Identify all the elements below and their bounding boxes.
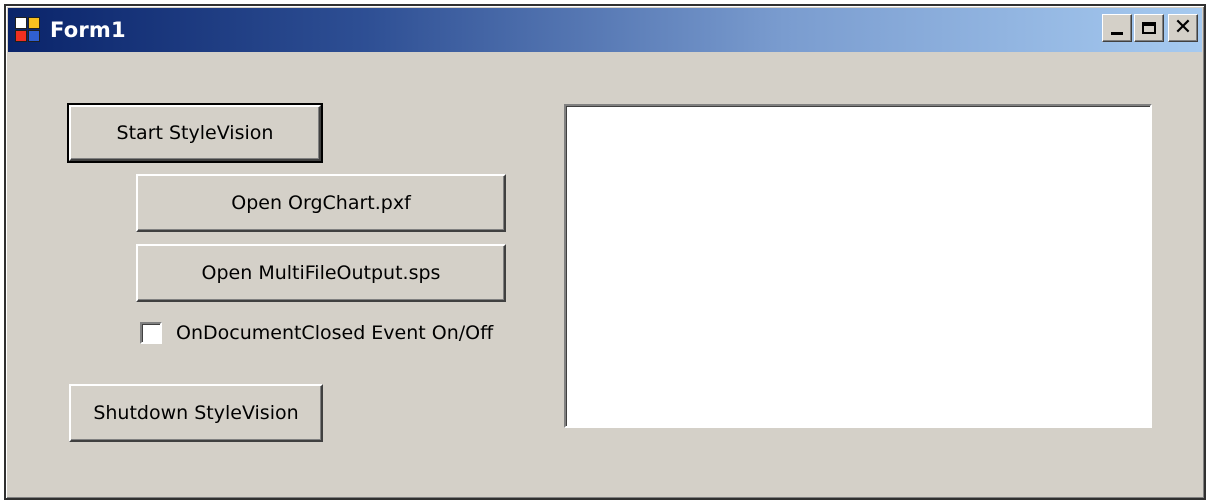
open-multifileoutput-button[interactable]: Open MultiFileOutput.sps — [136, 244, 506, 302]
form-app-icon[interactable] — [14, 16, 42, 44]
start-stylevision-button[interactable]: Start StyleVision — [67, 103, 323, 163]
title-bar[interactable]: Form1 ✕ — [8, 8, 1202, 52]
minimize-icon — [1111, 32, 1123, 35]
ondocumentclosed-checkbox-label[interactable]: OnDocumentClosed Event On/Off — [176, 322, 493, 344]
ondocumentclosed-checkbox[interactable] — [140, 322, 162, 344]
output-textbox[interactable] — [564, 104, 1152, 428]
caption-buttons: ✕ — [1100, 14, 1198, 42]
close-button[interactable]: ✕ — [1168, 14, 1198, 42]
minimize-button[interactable] — [1102, 14, 1132, 42]
ondocumentclosed-checkbox-row[interactable]: OnDocumentClosed Event On/Off — [140, 322, 493, 344]
maximize-icon — [1142, 22, 1156, 34]
open-orgchart-button[interactable]: Open OrgChart.pxf — [136, 174, 506, 232]
shutdown-stylevision-button[interactable]: Shutdown StyleVision — [69, 384, 323, 442]
maximize-button[interactable] — [1134, 14, 1164, 42]
close-icon: ✕ — [1173, 15, 1193, 40]
window-title: Form1 — [50, 18, 126, 42]
form1-window: Form1 ✕ Start StyleVision Open OrgChart.… — [4, 4, 1206, 500]
